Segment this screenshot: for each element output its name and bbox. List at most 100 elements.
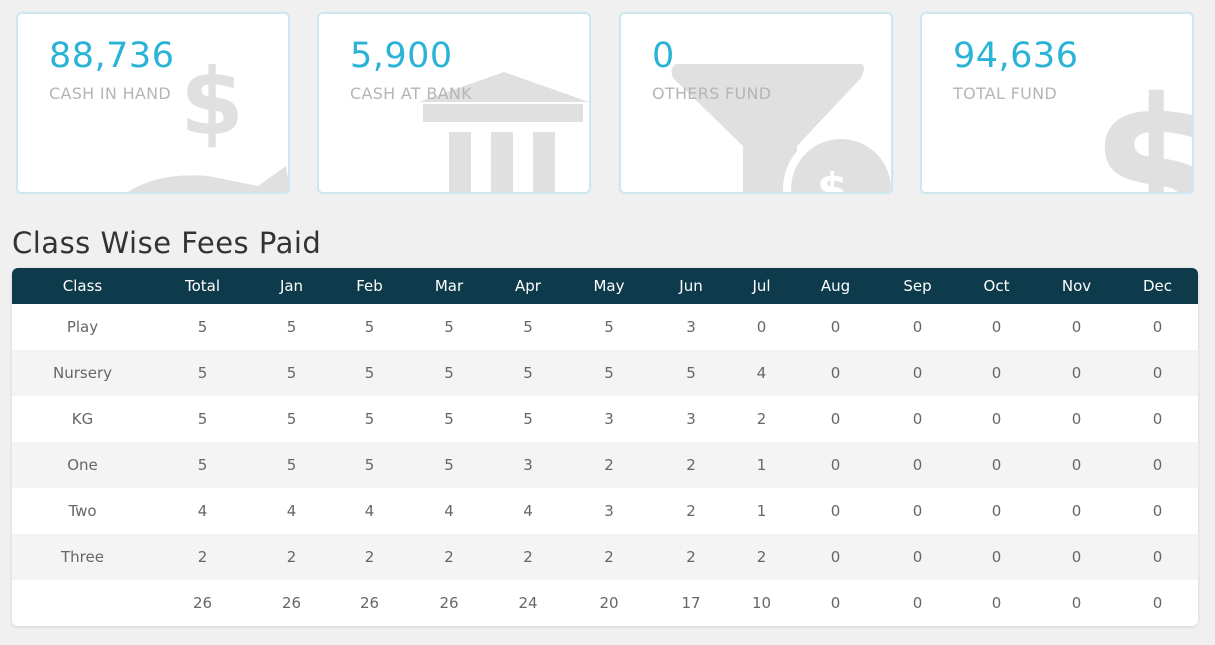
table-cell: 0 xyxy=(912,364,923,382)
table-cell: 5 xyxy=(197,318,208,336)
table-header-row: Class Total Jan Feb Mar Apr May Jun Jul Aug Sep Oct… xyxy=(12,268,1198,304)
table-cell: 26 xyxy=(192,594,213,612)
column-header-jun[interactable]: Jun xyxy=(652,268,730,304)
table-cell: 26 xyxy=(281,594,302,612)
table-cell: 0 xyxy=(1152,502,1163,520)
table-row: KG 5 5 5 5 5 3 3 2 0 0 0 0 0 xyxy=(12,396,1198,442)
column-header-total[interactable]: Total xyxy=(153,268,252,304)
table-cell: 0 xyxy=(1071,410,1082,428)
table-cell: 0 xyxy=(756,318,767,336)
table-cell: 0 xyxy=(991,410,1002,428)
table-cell: 0 xyxy=(1071,364,1082,382)
card-value: 94,636 xyxy=(953,36,1079,76)
table-cell: 0 xyxy=(991,594,1002,612)
column-header-feb[interactable]: Feb xyxy=(331,268,408,304)
table-cell: 0 xyxy=(1071,548,1082,566)
table-row: Nursery 5 5 5 5 5 5 5 4 0 0 0 0 0 xyxy=(12,350,1198,396)
table-cell: 26 xyxy=(359,594,380,612)
table-cell: 1 xyxy=(756,456,767,474)
card-cash-at-bank[interactable]: 5,900 CASH AT BANK xyxy=(317,12,591,194)
table-cell: 5 xyxy=(444,410,454,428)
table-cell: 5 xyxy=(686,364,696,382)
card-label: CASH IN HAND xyxy=(49,84,172,103)
column-header-mar[interactable]: Mar xyxy=(408,268,490,304)
table-cell: 2 xyxy=(364,548,375,566)
column-header-class[interactable]: Class xyxy=(12,268,153,304)
svg-text:$: $ xyxy=(817,164,848,192)
table-cell: 3 xyxy=(604,502,614,520)
table-cell: 0 xyxy=(991,548,1002,566)
class-name-cell: One xyxy=(67,456,98,474)
table-cell: 4 xyxy=(364,502,375,520)
table-cell: 2 xyxy=(197,548,208,566)
class-name-cell: KG xyxy=(71,410,94,428)
column-header-jan[interactable]: Jan xyxy=(252,268,331,304)
table-cell: 5 xyxy=(364,364,375,382)
card-value: 0 xyxy=(652,36,675,76)
table-cell: 4 xyxy=(197,502,208,520)
table-cell: 0 xyxy=(912,594,923,612)
table-cell: 2 xyxy=(686,548,696,566)
table-cell: 5 xyxy=(364,410,375,428)
table-cell: 3 xyxy=(604,410,614,428)
table-cell: 5 xyxy=(604,364,614,382)
table-cell: 0 xyxy=(1071,456,1082,474)
table-cell: 24 xyxy=(518,594,538,612)
column-header-dec[interactable]: Dec xyxy=(1117,268,1198,304)
column-header-nov[interactable]: Nov xyxy=(1036,268,1117,304)
table-cell: 5 xyxy=(197,364,208,382)
table-cell: 5 xyxy=(523,364,533,382)
table-cell: 0 xyxy=(1152,456,1163,474)
table-cell: 0 xyxy=(830,594,841,612)
card-total-fund[interactable]: $ 94,636 TOTAL FUND xyxy=(920,12,1194,194)
table-cell: 0 xyxy=(1152,548,1163,566)
table-cell: 5 xyxy=(364,318,375,336)
column-header-jul[interactable]: Jul xyxy=(730,268,793,304)
table-row: One 5 5 5 5 3 2 2 1 0 0 0 0 0 xyxy=(12,442,1198,488)
table-cell: 2 xyxy=(604,548,614,566)
class-name-cell: Three xyxy=(61,548,104,566)
table-cell: 10 xyxy=(751,594,772,612)
table-cell: 0 xyxy=(830,410,841,428)
table-cell: 0 xyxy=(912,456,923,474)
table-cell: 3 xyxy=(523,456,533,474)
table-cell: 0 xyxy=(912,548,923,566)
column-header-may[interactable]: May xyxy=(566,268,652,304)
svg-text:$: $ xyxy=(180,49,244,156)
table-cell: 3 xyxy=(686,318,696,336)
table-row: Play 5 5 5 5 5 5 3 0 0 0 0 0 0 xyxy=(12,304,1198,350)
card-label: OTHERS FUND xyxy=(652,84,772,103)
table-cell: 1 xyxy=(756,502,767,520)
table-cell: 0 xyxy=(830,318,841,336)
table-total-row: 26 26 26 26 24 20 17 10 0 0 0 0 0 xyxy=(12,580,1198,626)
table-cell: 2 xyxy=(286,548,297,566)
table-cell: 5 xyxy=(364,456,375,474)
table-cell: 0 xyxy=(1071,502,1082,520)
table-row: Two 4 4 4 4 4 3 2 1 0 0 0 0 0 xyxy=(12,488,1198,534)
table-cell: 5 xyxy=(286,318,297,336)
table-cell: 0 xyxy=(912,502,923,520)
column-header-apr[interactable]: Apr xyxy=(490,268,566,304)
column-header-oct[interactable]: Oct xyxy=(957,268,1036,304)
table-cell: 17 xyxy=(681,594,701,612)
table-cell: 2 xyxy=(444,548,454,566)
table-cell: 5 xyxy=(197,410,208,428)
card-value: 5,900 xyxy=(350,36,453,76)
card-value: 88,736 xyxy=(49,36,175,76)
card-others-fund[interactable]: $ 0 OTHERS FUND xyxy=(619,12,893,194)
table-cell: 5 xyxy=(604,318,614,336)
table-cell: 2 xyxy=(756,410,767,428)
table-cell: 0 xyxy=(912,410,923,428)
table-cell: 3 xyxy=(686,410,696,428)
class-name-cell: Nursery xyxy=(53,364,112,382)
column-header-sep[interactable]: Sep xyxy=(878,268,957,304)
table-cell: 0 xyxy=(991,456,1002,474)
table-row: Three 2 2 2 2 2 2 2 2 0 0 0 0 0 xyxy=(12,534,1198,580)
table-cell: 0 xyxy=(1152,318,1163,336)
column-header-aug[interactable]: Aug xyxy=(793,268,878,304)
table-cell: 0 xyxy=(1152,410,1163,428)
card-cash-in-hand[interactable]: $ 88,736 CASH IN HAND xyxy=(16,12,290,194)
table-cell: 4 xyxy=(523,502,533,520)
table-cell: 2 xyxy=(604,456,614,474)
table-cell: 2 xyxy=(686,502,696,520)
